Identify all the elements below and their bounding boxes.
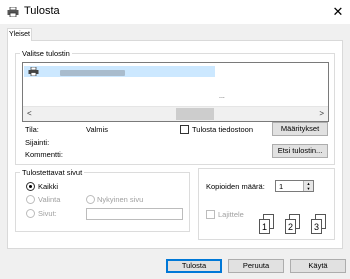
copies-label: Kopioiden määrä:	[206, 182, 265, 191]
print-to-file-label[interactable]: Tulosta tiedostoon	[192, 125, 253, 134]
collate-page: 1	[259, 219, 270, 234]
print-button[interactable]: Tulosta	[166, 259, 222, 273]
copies-stepper[interactable]: 1 ▲ ▼	[275, 180, 314, 192]
tab-general[interactable]: Yleiset	[7, 28, 32, 41]
pages-range-input[interactable]	[86, 208, 183, 220]
apply-button[interactable]: Käytä	[290, 259, 346, 273]
title-bar: Tulosta ✕	[0, 0, 350, 24]
current-page-label[interactable]: Nykyinen sivu	[97, 195, 143, 204]
current-page-radio[interactable]	[86, 195, 95, 204]
pages-radio[interactable]	[26, 209, 35, 218]
all-pages-radio[interactable]	[26, 182, 35, 191]
printer-list[interactable]: ... < >	[22, 62, 329, 122]
printer-name-redacted	[60, 70, 125, 76]
list-more-indicator: ...	[219, 93, 225, 100]
location-label: Sijainti:	[25, 138, 50, 147]
print-to-file-checkbox[interactable]	[180, 125, 189, 134]
collate-illustration: 1 2 3	[259, 214, 339, 238]
collate-page: 3	[311, 219, 322, 234]
copies-value[interactable]: 1	[279, 182, 283, 191]
scrollbar-thumb[interactable]	[176, 108, 214, 120]
window-title: Tulosta	[24, 5, 60, 17]
page-range-legend: Tulostettavat sivut	[22, 168, 83, 177]
selection-radio[interactable]	[26, 195, 35, 204]
preferences-button[interactable]: Määritykset	[272, 122, 328, 136]
status-label: Tila:	[25, 125, 39, 134]
printer-icon	[28, 67, 39, 76]
printer-icon	[7, 7, 19, 17]
comment-label: Kommentti:	[25, 150, 63, 159]
scroll-left-icon[interactable]: <	[27, 109, 32, 118]
close-icon[interactable]: ✕	[326, 0, 350, 24]
collate-page: 2	[285, 219, 296, 234]
status-value: Valmis	[86, 125, 108, 134]
spin-down-icon[interactable]: ▼	[304, 186, 313, 191]
pages-label[interactable]: Sivut:	[38, 209, 57, 218]
selection-label[interactable]: Valinta	[38, 195, 60, 204]
select-printer-legend: Valitse tulostin	[22, 49, 70, 58]
collate-label[interactable]: Lajittele	[218, 210, 244, 219]
printer-list-item[interactable]	[24, 66, 215, 77]
copies-spin-buttons[interactable]: ▲ ▼	[303, 181, 313, 191]
all-pages-label[interactable]: Kaikki	[38, 182, 58, 191]
scroll-right-icon[interactable]: >	[319, 109, 324, 118]
find-printer-button[interactable]: Etsi tulostin...	[272, 144, 328, 158]
horizontal-scrollbar[interactable]: < >	[23, 106, 328, 121]
cancel-button[interactable]: Peruuta	[228, 259, 284, 273]
collate-checkbox[interactable]	[206, 210, 215, 219]
